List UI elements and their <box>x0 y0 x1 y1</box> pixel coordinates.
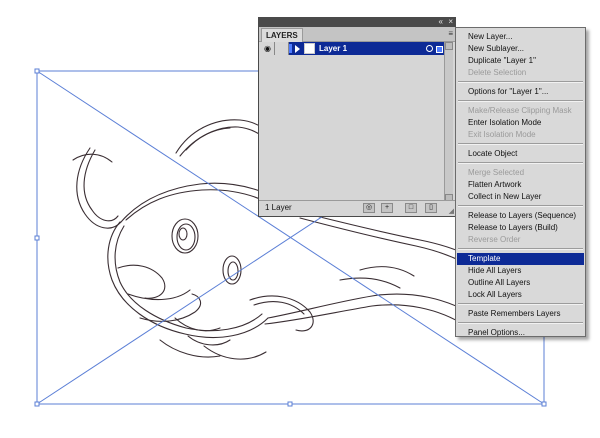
tab-layers[interactable]: LAYERS <box>261 28 303 42</box>
menu-item-reverse-order: Reverse Order <box>468 235 521 244</box>
menu-separator <box>458 81 583 83</box>
layer-row[interactable]: ◉ Layer 1 <box>261 42 445 55</box>
menu-separator <box>458 205 583 207</box>
menu-item-release-to-layers-build[interactable]: Release to Layers (Build) <box>457 222 584 234</box>
menu-separator <box>458 143 583 145</box>
layer-thumbnail <box>304 43 315 54</box>
menu-item-flatten-artwork[interactable]: Flatten Artwork <box>457 179 584 191</box>
make-clipping-mask-icon[interactable]: ◎ <box>363 203 375 213</box>
menu-item-release-to-layers-sequence[interactable]: Release to Layers (Sequence) <box>457 210 584 222</box>
close-icon[interactable]: × <box>448 17 453 26</box>
layers-panel: « × LAYERS ≡ ◉ Layer 1 1 Layer ◎ + □ ▯ ◢ <box>258 17 456 217</box>
menu-item-outline-all-layers[interactable]: Outline All Layers <box>457 277 584 289</box>
scroll-up-arrow-icon[interactable] <box>445 42 453 50</box>
menu-separator <box>458 322 583 324</box>
collapse-icon[interactable]: « <box>439 17 443 26</box>
lock-toggle[interactable] <box>275 42 289 55</box>
layer-color-indicator <box>289 44 292 53</box>
panel-menu-icon[interactable]: ≡ <box>448 28 453 40</box>
visibility-eye-icon[interactable]: ◉ <box>261 42 275 55</box>
menu-item-merge-selected: Merge Selected <box>468 168 525 177</box>
layers-panel-flyout-menu: New Layer... New Sublayer... Duplicate "La… <box>455 27 586 337</box>
new-layer-icon[interactable]: □ <box>405 203 417 213</box>
menu-item-duplicate-layer-1[interactable]: Duplicate "Layer 1" <box>457 55 584 67</box>
panel-tab-strip: LAYERS ≡ <box>259 27 455 42</box>
menu-item-hide-all-layers[interactable]: Hide All Layers <box>457 265 584 277</box>
expand-triangle-icon[interactable] <box>295 45 300 53</box>
menu-item-lock-all-layers[interactable]: Lock All Layers <box>457 289 584 301</box>
menu-item-locate-object[interactable]: Locate Object <box>457 148 584 160</box>
panel-scrollbar[interactable] <box>444 42 453 202</box>
layer-name[interactable]: Layer 1 <box>319 42 347 55</box>
delete-layer-icon[interactable]: ▯ <box>425 203 437 213</box>
panel-title-bar[interactable]: « × <box>259 17 455 27</box>
menu-separator <box>458 303 583 305</box>
resize-grip-icon[interactable]: ◢ <box>449 208 454 215</box>
menu-item-enter-isolation-mode[interactable]: Enter Isolation Mode <box>457 117 584 129</box>
menu-item-exit-isolation-mode: Exit Isolation Mode <box>468 130 536 139</box>
menu-item-collect-in-new-layer[interactable]: Collect in New Layer <box>457 191 584 203</box>
layer-count: 1 Layer <box>265 203 292 212</box>
selection-indicator[interactable] <box>436 46 443 53</box>
menu-item-delete-selection: Delete Selection <box>468 68 527 77</box>
menu-separator <box>458 248 583 250</box>
panel-footer: 1 Layer ◎ + □ ▯ ◢ <box>259 200 455 216</box>
menu-item-template[interactable]: Template <box>457 253 584 265</box>
menu-item-new-sublayer[interactable]: New Sublayer... <box>457 43 584 55</box>
menu-item-paste-remembers-layers[interactable]: Paste Remembers Layers <box>457 308 584 320</box>
menu-item-new-layer[interactable]: New Layer... <box>457 31 584 43</box>
target-circle-icon[interactable] <box>426 45 433 52</box>
menu-item-make-release-clipping-mask: Make/Release Clipping Mask <box>468 106 572 115</box>
new-sublayer-icon[interactable]: + <box>381 203 393 213</box>
menu-separator <box>458 100 583 102</box>
menu-item-panel-options[interactable]: Panel Options... <box>457 327 584 339</box>
menu-item-options-for-layer-1[interactable]: Options for "Layer 1"... <box>457 86 584 98</box>
menu-separator <box>458 162 583 164</box>
